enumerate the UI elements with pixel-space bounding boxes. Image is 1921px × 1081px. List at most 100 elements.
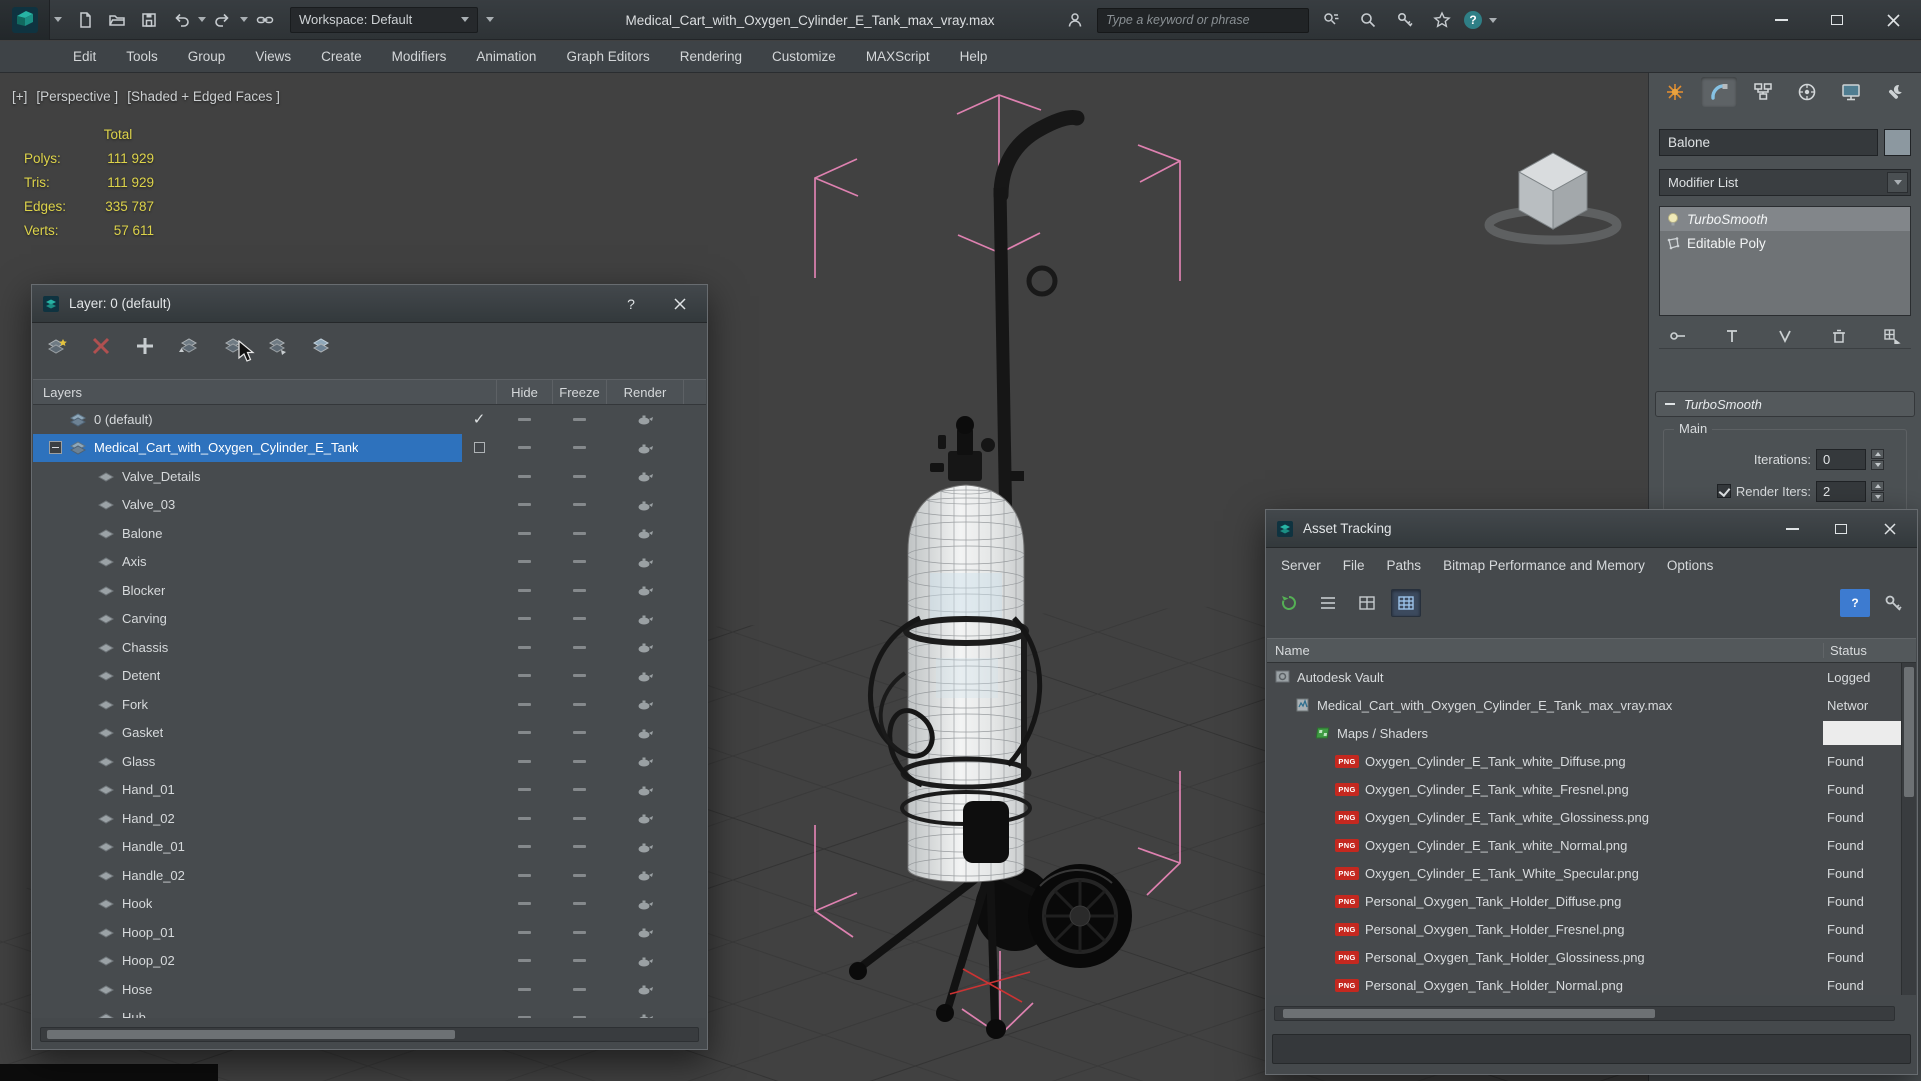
freeze-toggle[interactable] (552, 446, 606, 450)
hide-toggle[interactable] (496, 759, 552, 763)
menu-item-tools[interactable]: Tools (111, 41, 173, 72)
asset-horizontal-scrollbar[interactable] (1274, 1006, 1895, 1021)
asset-menu-bitmap-performance-and-memory[interactable]: Bitmap Performance and Memory (1432, 550, 1656, 580)
menu-item-views[interactable]: Views (240, 41, 306, 72)
viewport-pov-menu[interactable]: [Perspective ] (36, 89, 118, 104)
open-file-icon[interactable] (102, 6, 132, 34)
layer-row[interactable]: Gasket (33, 719, 706, 748)
layer-row[interactable]: Handle_02 (33, 861, 706, 890)
freeze-toggle[interactable] (552, 674, 606, 678)
render-toggle[interactable] (606, 527, 684, 539)
hide-toggle[interactable] (496, 788, 552, 792)
render-iters-checkbox[interactable] (1716, 484, 1731, 498)
configure-modifier-sets-icon[interactable] (1877, 324, 1907, 348)
render-toggle[interactable] (606, 869, 684, 881)
freeze-toggle[interactable] (552, 645, 606, 649)
layer-row[interactable]: Balone (33, 519, 706, 548)
tab-hierarchy[interactable] (1745, 77, 1781, 107)
asset-menu-file[interactable]: File (1332, 550, 1376, 580)
list-view-icon[interactable] (1313, 589, 1343, 617)
manage-links-icon[interactable] (250, 6, 280, 34)
asset-row[interactable]: Autodesk Vault Logged (1267, 663, 1901, 691)
hide-toggle[interactable] (496, 674, 552, 678)
menu-item-maxscript[interactable]: MAXScript (851, 41, 945, 72)
menu-item-help[interactable]: Help (945, 41, 1003, 72)
freeze-toggle[interactable] (552, 617, 606, 621)
hide-toggle[interactable] (496, 902, 552, 906)
freeze-toggle[interactable] (552, 987, 606, 991)
render-toggle[interactable] (606, 641, 684, 653)
render-toggle[interactable] (606, 499, 684, 511)
close-button[interactable] (1865, 0, 1921, 40)
hide-toggle[interactable] (496, 1016, 552, 1018)
maximize-button[interactable] (1809, 0, 1865, 40)
view-cube[interactable] (1484, 152, 1622, 245)
render-toggle[interactable] (606, 698, 684, 710)
app-logo-button[interactable] (0, 0, 50, 40)
asset-row[interactable]: Medical_Cart_with_Oxygen_Cylinder_E_Tank… (1267, 691, 1901, 719)
menu-item-group[interactable]: Group (173, 41, 241, 72)
freeze-toggle[interactable] (552, 873, 606, 877)
hide-toggle[interactable] (496, 560, 552, 564)
freeze-toggle[interactable] (552, 588, 606, 592)
asset-key-icon[interactable] (1879, 589, 1909, 617)
workspace-dropdown[interactable]: Workspace: Default (290, 6, 478, 33)
menu-item-edit[interactable]: Edit (58, 41, 111, 72)
asset-minimize-button[interactable] (1775, 514, 1809, 544)
layer-row[interactable]: 0 (default) ✓ (33, 405, 706, 434)
asset-row[interactable]: PNG Oxygen_Cylinder_E_Tank_white_Diffuse.… (1267, 747, 1901, 775)
column-render[interactable]: Render (606, 380, 684, 404)
scrollbar-thumb[interactable] (1904, 667, 1914, 797)
asset-close-button[interactable] (1873, 514, 1907, 544)
redo-list-caret-icon[interactable] (240, 17, 248, 22)
hide-toggle[interactable] (496, 816, 552, 820)
viewport-general-menu[interactable]: [+] (12, 89, 27, 104)
asset-row[interactable]: PNG Oxygen_Cylinder_E_Tank_white_Normal.p… (1267, 831, 1901, 859)
new-file-icon[interactable] (70, 6, 100, 34)
hide-toggle[interactable] (496, 930, 552, 934)
show-end-result-icon[interactable] (1717, 324, 1747, 348)
menu-item-rendering[interactable]: Rendering (665, 41, 757, 72)
menu-item-customize[interactable]: Customize (757, 41, 851, 72)
hide-toggle[interactable] (496, 845, 552, 849)
freeze-toggle[interactable] (552, 531, 606, 535)
layer-row[interactable]: Detent (33, 662, 706, 691)
workspace-extra-caret-icon[interactable] (486, 17, 494, 22)
layer-row[interactable]: Hoop_02 (33, 947, 706, 976)
save-file-icon[interactable] (134, 6, 164, 34)
freeze-toggle[interactable] (552, 503, 606, 507)
layer-dialog-close-button[interactable] (663, 289, 697, 319)
help-caret-icon[interactable] (1489, 17, 1497, 23)
tab-create[interactable] (1657, 77, 1693, 107)
object-color-swatch[interactable] (1884, 129, 1911, 156)
asset-menu-options[interactable]: Options (1656, 550, 1725, 580)
modifier-stack-item-turbosmooth[interactable]: TurboSmooth (1660, 207, 1910, 231)
iterations-field[interactable]: 0 (1816, 448, 1866, 470)
asset-menu-paths[interactable]: Paths (1376, 550, 1433, 580)
sign-in-icon[interactable] (1060, 6, 1090, 34)
asset-row[interactable]: PNG Oxygen_Cylinder_E_Tank_white_Fresnel.… (1267, 775, 1901, 803)
layer-row[interactable]: Glass (33, 747, 706, 776)
logo-menu-caret-icon[interactable] (54, 17, 62, 22)
render-toggle[interactable] (606, 613, 684, 625)
asset-menu-server[interactable]: Server (1270, 550, 1332, 580)
render-iters-spinner[interactable] (1871, 480, 1884, 502)
favorites-star-icon[interactable] (1427, 6, 1457, 34)
hide-toggle[interactable] (496, 503, 552, 507)
freeze-toggle[interactable] (552, 731, 606, 735)
iterations-spinner[interactable] (1871, 448, 1884, 470)
column-freeze[interactable]: Freeze (552, 380, 606, 404)
render-toggle[interactable] (606, 413, 684, 425)
menu-item-modifiers[interactable]: Modifiers (377, 41, 462, 72)
render-toggle[interactable] (606, 470, 684, 482)
render-toggle[interactable] (606, 898, 684, 910)
tab-utilities[interactable] (1877, 77, 1913, 107)
asset-row[interactable]: PNG Personal_Oxygen_Tank_Holder_Diffuse.p… (1267, 887, 1901, 915)
search-input[interactable] (1097, 7, 1309, 33)
asset-row[interactable]: PNG Personal_Oxygen_Tank_Holder_Normal.pn… (1267, 971, 1901, 995)
add-selection-to-layer-icon[interactable] (172, 331, 206, 361)
freeze-toggle[interactable] (552, 902, 606, 906)
hide-toggle[interactable] (496, 474, 552, 478)
menu-item-graph-editors[interactable]: Graph Editors (551, 41, 664, 72)
render-toggle[interactable] (606, 955, 684, 967)
